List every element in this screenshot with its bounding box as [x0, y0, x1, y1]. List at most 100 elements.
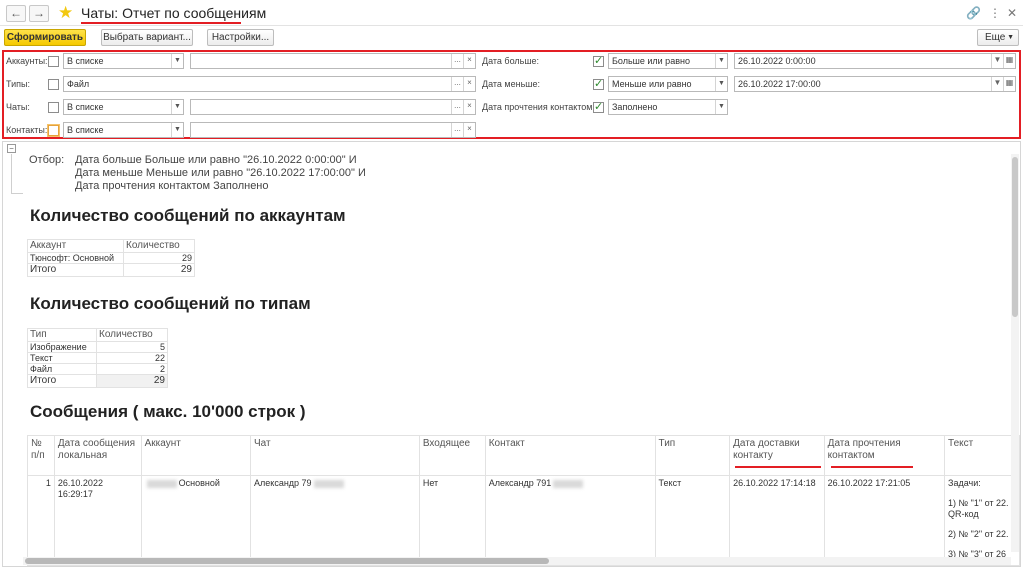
- filter-chats-value[interactable]: ... ×: [190, 99, 476, 115]
- settings-button[interactable]: Настройки...: [207, 29, 274, 46]
- accounts-table: Аккаунт Количество Тюнсофт: Основной 29 …: [27, 239, 195, 277]
- filter-chats-condition[interactable]: В списке ▼: [63, 99, 184, 115]
- report-document[interactable]: − Отбор: Дата больше Больше или равно "2…: [2, 141, 1021, 567]
- table-cell: 2: [96, 363, 168, 375]
- table-cell: 29: [123, 252, 195, 264]
- ellipsis-icon[interactable]: ...: [451, 100, 463, 114]
- contact-cell-text: Александр 791: [488, 478, 552, 488]
- filter-date-less-checkbox[interactable]: [593, 77, 604, 90]
- filter-date-greater-condition-value: Больше или равно: [612, 56, 690, 66]
- forward-arrow-icon[interactable]: →: [29, 5, 49, 22]
- chevron-down-icon[interactable]: ▼: [991, 54, 1003, 68]
- redacted-mark: [146, 479, 177, 488]
- section-messages-title: Сообщения ( макс. 10'000 строк ): [30, 402, 306, 421]
- filter-chats-checkbox[interactable]: [48, 102, 59, 113]
- filter-panel: Аккаунты: В списке ▼ ... × Типы: Файл... × …: [2, 50, 1021, 139]
- clear-icon[interactable]: ×: [463, 54, 475, 68]
- filter-read-date-checkbox[interactable]: [593, 100, 604, 113]
- ellipsis-icon[interactable]: ...: [451, 54, 463, 68]
- chevron-down-icon[interactable]: ▼: [715, 100, 727, 114]
- filter-date-less-condition[interactable]: Меньше или равно ▼: [608, 76, 728, 92]
- filter-date-less-value[interactable]: 26.10.2022 17:00:00 ▼ ▦: [734, 76, 1016, 92]
- table-cell: Изображение: [27, 341, 97, 353]
- back-arrow-icon[interactable]: ←: [6, 5, 26, 22]
- filter-date-greater-label: Дата больше:: [482, 56, 540, 66]
- filter-date-less-label: Дата меньше:: [482, 79, 541, 89]
- horizontal-scrollbar-thumb[interactable]: [25, 558, 549, 564]
- filter-accounts-condition[interactable]: В списке ▼: [63, 53, 184, 69]
- vertical-scrollbar-thumb[interactable]: [1012, 157, 1018, 317]
- table-header: Тип: [654, 435, 731, 476]
- clear-icon[interactable]: ×: [463, 100, 475, 114]
- favorite-star-icon[interactable]: ★: [58, 4, 73, 22]
- otbor-line-3: Дата прочтения контактом Заполнено: [75, 180, 269, 192]
- filter-accounts-checkbox[interactable]: [48, 56, 59, 67]
- table-cell: 5: [96, 341, 168, 353]
- more-button[interactable]: Еще ▼: [977, 29, 1019, 46]
- filter-read-date-label: Дата прочтения контактом:: [482, 102, 595, 112]
- chevron-down-icon[interactable]: ▼: [171, 100, 183, 114]
- table-header: Дата прочтения контактом: [823, 435, 946, 476]
- filter-types-checkbox[interactable]: [48, 79, 59, 90]
- filter-date-greater-value[interactable]: 26.10.2022 0:00:00 ▼ ▦: [734, 53, 1016, 69]
- table-header: Тип: [27, 328, 97, 342]
- link-icon[interactable]: 🔗: [966, 6, 981, 20]
- filter-contacts-condition[interactable]: В списке ▼: [63, 122, 184, 138]
- filter-read-date-condition[interactable]: Заполнено ▼: [608, 99, 728, 115]
- text-line: 2) № "2" от 22.: [948, 529, 1009, 539]
- chevron-down-icon[interactable]: ▼: [171, 54, 183, 68]
- calendar-icon[interactable]: ▦: [1003, 77, 1015, 91]
- filter-types-value[interactable]: Файл... ×: [63, 76, 476, 92]
- chevron-down-icon: ▼: [1007, 34, 1014, 41]
- account-cell-text: Основной: [178, 478, 220, 488]
- filter-read-date-condition-value: Заполнено: [612, 102, 658, 112]
- filter-contacts-value[interactable]: ... ×: [190, 122, 476, 138]
- group-line: [11, 154, 12, 194]
- collapse-group-icon[interactable]: −: [7, 144, 16, 153]
- filter-date-greater-checkbox[interactable]: [593, 54, 604, 67]
- vertical-scrollbar[interactable]: [1011, 154, 1019, 552]
- table-header: Аккаунт: [140, 435, 252, 476]
- table-cell: Тюнсофт: Основной: [27, 252, 124, 264]
- table-header: Количество: [123, 239, 195, 253]
- calendar-icon[interactable]: ▦: [1003, 54, 1015, 68]
- redacted-mark: [553, 479, 584, 488]
- clear-icon[interactable]: ×: [463, 123, 475, 137]
- horizontal-scrollbar[interactable]: [23, 557, 1011, 565]
- read-date-underline-mark: [831, 466, 913, 468]
- chevron-down-icon[interactable]: ▼: [991, 77, 1003, 91]
- ellipsis-icon[interactable]: ...: [451, 77, 463, 91]
- table-header: Чат: [250, 435, 420, 476]
- filter-types-value-text: Файл: [67, 79, 90, 89]
- filter-chats-condition-value: В списке: [67, 102, 104, 112]
- table-cell: 26.10.2022 17:14:18: [729, 475, 825, 566]
- filter-date-less-condition-value: Меньше или равно: [612, 79, 692, 89]
- more-vertical-icon[interactable]: ⋮: [989, 6, 1001, 20]
- types-table: Тип Количество Изображение 5 Текст 22 Фа…: [27, 328, 168, 388]
- table-header: Входящее: [418, 435, 486, 476]
- filter-date-greater-value-text: 26.10.2022 0:00:00: [738, 56, 816, 66]
- chevron-down-icon[interactable]: ▼: [715, 54, 727, 68]
- generate-button[interactable]: Сформировать: [4, 29, 86, 46]
- more-button-label: Еще: [985, 32, 1006, 43]
- table-cell: Задачи: 1) № "1" от 22. QR-код 2) № "2" …: [944, 475, 1020, 566]
- table-header: Контакт: [484, 435, 656, 476]
- chevron-down-icon[interactable]: ▼: [715, 77, 727, 91]
- otbor-line-2: Дата меньше Меньше или равно "26.10.2022…: [75, 167, 366, 179]
- chevron-down-icon[interactable]: ▼: [171, 123, 183, 137]
- filter-accounts-value[interactable]: ... ×: [190, 53, 476, 69]
- table-cell: Файл: [27, 363, 97, 375]
- chat-cell-text: Александр 79: [254, 478, 312, 488]
- table-cell: 26.10.2022 17:21:05: [823, 475, 946, 566]
- table-cell: 29: [123, 263, 195, 277]
- close-icon[interactable]: ✕: [1007, 6, 1017, 20]
- filter-contacts-checkbox[interactable]: [48, 125, 59, 136]
- table-cell: Текст: [654, 475, 731, 566]
- ellipsis-icon[interactable]: ...: [451, 123, 463, 137]
- clear-icon[interactable]: ×: [463, 77, 475, 91]
- filter-date-greater-condition[interactable]: Больше или равно ▼: [608, 53, 728, 69]
- table-cell: 22: [96, 352, 168, 364]
- table-row[interactable]: 1 26.10.2022 16:29:17 Основной Александр…: [27, 475, 1020, 566]
- section-types-title: Количество сообщений по типам: [30, 294, 311, 313]
- select-variant-button[interactable]: Выбрать вариант...: [101, 29, 193, 46]
